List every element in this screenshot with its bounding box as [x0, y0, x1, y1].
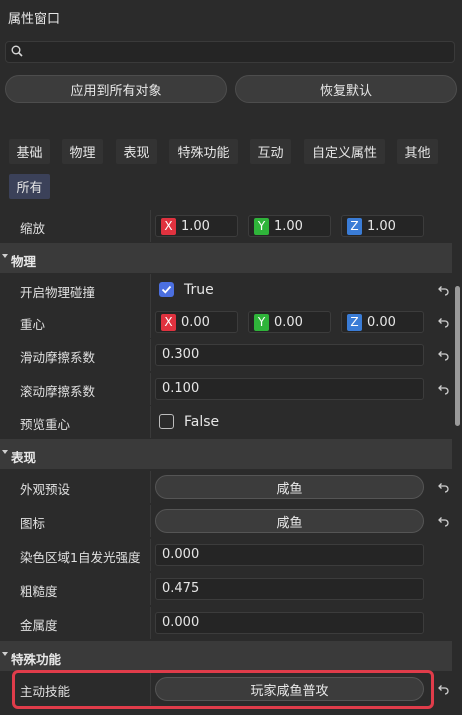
tab-all[interactable]: 所有	[9, 174, 50, 199]
property-row-appearance-preset: 外观预设 咸鱼	[0, 471, 452, 503]
property-row-center-of-mass: 重心 X 0.00 Y 0.00 Z 0.00	[0, 306, 452, 338]
property-row-rolling-friction: 滚动摩擦系数 0.100	[0, 373, 452, 405]
metallic-input[interactable]: 0.000	[155, 612, 424, 634]
rolling-friction-input[interactable]: 0.100	[155, 378, 424, 400]
property-label: 重心	[20, 317, 46, 332]
property-row-collision: 开启物理碰撞 True	[0, 274, 452, 306]
property-label: 染色区域1自发光强度	[20, 550, 141, 565]
check-icon	[161, 285, 172, 294]
axis-z-badge: Z	[347, 218, 362, 235]
tab-custom-properties[interactable]: 自定义属性	[304, 139, 385, 164]
tab-special[interactable]: 特殊功能	[169, 139, 238, 164]
tab-basic[interactable]: 基础	[9, 139, 50, 164]
sliding-friction-input[interactable]: 0.300	[155, 344, 424, 366]
reset-icon[interactable]	[436, 283, 450, 297]
tab-other[interactable]: 其他	[397, 139, 438, 164]
property-label: 外观预设	[20, 482, 71, 497]
axis-z-badge: Z	[347, 314, 362, 331]
axis-x-badge: X	[161, 314, 176, 331]
search-icon	[11, 45, 23, 57]
preview-center-value: False	[184, 414, 220, 430]
scale-x-field[interactable]: X 1.00	[155, 215, 238, 237]
property-row-sliding-friction: 滑动摩擦系数 0.300	[0, 339, 452, 371]
section-header-special[interactable]: 特殊功能	[0, 641, 452, 671]
property-row-metallic: 金属度 0.000	[0, 607, 452, 639]
scrollbar-thumb[interactable]	[455, 286, 460, 426]
scale-y-field[interactable]: Y 1.00	[248, 215, 331, 237]
property-row-roughness: 粗糙度 0.475	[0, 573, 452, 605]
axis-x-badge: X	[161, 218, 176, 235]
apply-to-all-button[interactable]: 应用到所有对象	[5, 75, 227, 103]
section-header-appearance[interactable]: 表现	[0, 439, 452, 469]
search-input[interactable]	[5, 41, 455, 63]
property-label: 预览重心	[20, 417, 71, 432]
reset-icon[interactable]	[436, 382, 450, 396]
axis-y-badge: Y	[254, 314, 269, 331]
property-row-icon: 图标 咸鱼	[0, 505, 452, 537]
window-title: 属性窗口	[8, 12, 61, 27]
reset-icon[interactable]	[436, 682, 450, 696]
property-label: 滚动摩擦系数	[20, 384, 96, 399]
reset-icon[interactable]	[436, 514, 450, 528]
center-y-field[interactable]: Y 0.00	[248, 311, 331, 333]
property-label: 滑动摩擦系数	[20, 350, 96, 365]
chevron-down-icon	[2, 652, 8, 656]
icon-select-button[interactable]: 咸鱼	[155, 509, 424, 533]
preview-center-checkbox[interactable]	[159, 414, 174, 429]
chevron-down-icon	[2, 254, 8, 258]
scrollbar-track[interactable]	[453, 205, 462, 715]
axis-y-badge: Y	[254, 218, 269, 235]
property-label: 粗糙度	[20, 584, 58, 599]
dye-glow-input[interactable]: 0.000	[155, 544, 424, 566]
reset-icon[interactable]	[436, 315, 450, 329]
property-label: 缩放	[20, 221, 46, 236]
property-label: 图标	[20, 516, 46, 531]
tab-interaction[interactable]: 互动	[250, 139, 291, 164]
reset-icon[interactable]	[436, 348, 450, 362]
section-header-physics[interactable]: 物理	[0, 243, 452, 273]
center-z-field[interactable]: Z 0.00	[341, 311, 424, 333]
center-x-field[interactable]: X 0.00	[155, 311, 238, 333]
reset-icon[interactable]	[436, 480, 450, 494]
appearance-preset-button[interactable]: 咸鱼	[155, 475, 424, 499]
scale-z-field[interactable]: Z 1.00	[341, 215, 424, 237]
property-row-preview-center: 预览重心 False	[0, 406, 452, 438]
restore-default-button[interactable]: 恢复默认	[235, 75, 457, 103]
roughness-input[interactable]: 0.475	[155, 578, 424, 600]
property-label: 金属度	[20, 618, 58, 633]
collision-checkbox[interactable]	[159, 282, 174, 297]
chevron-down-icon	[2, 450, 8, 454]
collision-value: True	[184, 282, 214, 298]
property-label: 开启物理碰撞	[20, 285, 96, 300]
property-row-dye-glow: 染色区域1自发光强度 0.000	[0, 539, 452, 571]
tab-appearance[interactable]: 表现	[116, 139, 157, 164]
active-skill-highlight-box	[12, 670, 434, 709]
property-row-scale: 缩放 X 1.00 Y 1.00 Z 1.00	[0, 210, 452, 242]
tab-physics[interactable]: 物理	[62, 139, 103, 164]
